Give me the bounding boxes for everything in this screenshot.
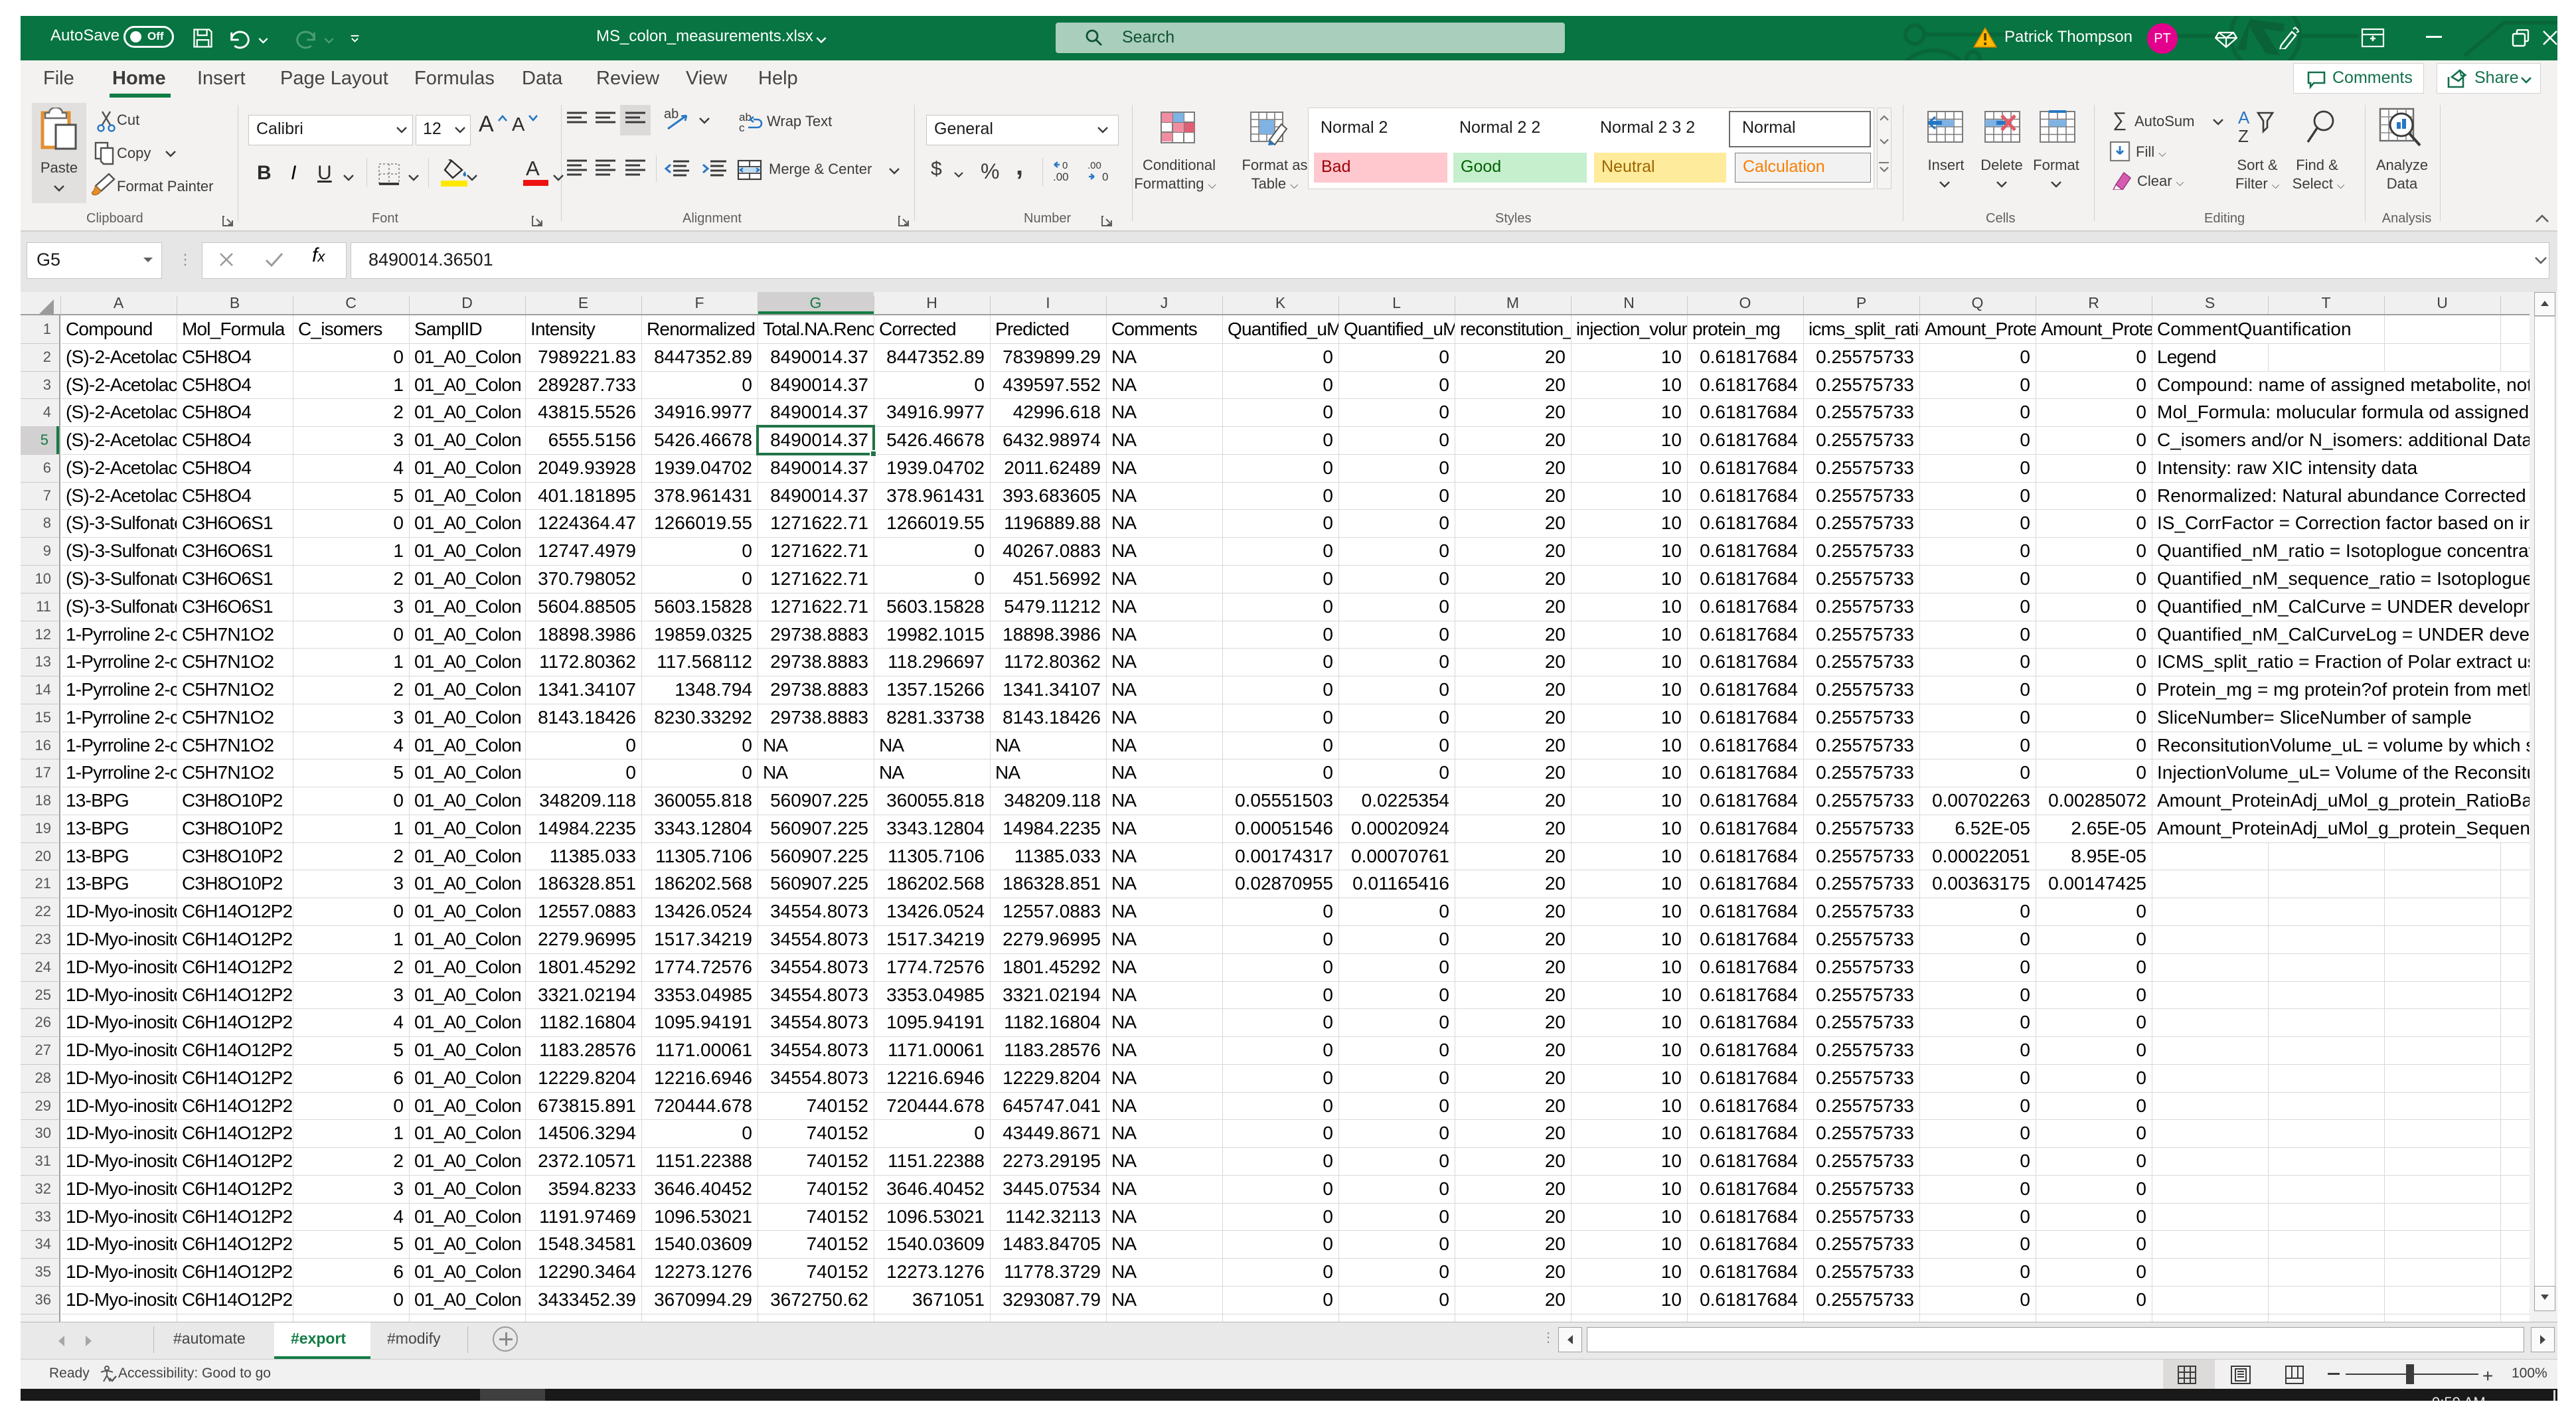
svg-text:0: 0 <box>1102 171 1108 183</box>
svg-text:ab: ab <box>664 107 679 121</box>
svg-text:0: 0 <box>1062 160 1068 171</box>
svg-text:.00: .00 <box>1087 160 1101 171</box>
svg-text:A: A <box>2238 109 2250 127</box>
svg-text:c: c <box>739 121 745 134</box>
svg-text:.00: .00 <box>1053 171 1069 183</box>
svg-text:Z: Z <box>2238 126 2249 146</box>
